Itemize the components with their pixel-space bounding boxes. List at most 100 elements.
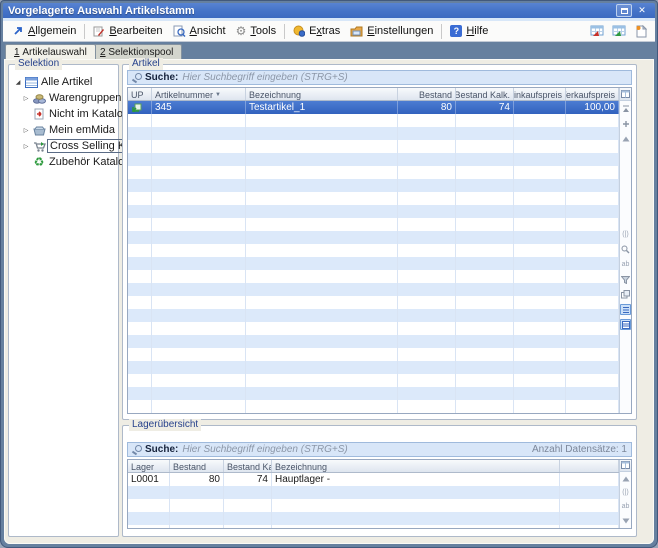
column-header-bestand-kalk-[interactable]: Bestand Kalk. [224, 460, 272, 472]
table-row-empty [128, 309, 619, 322]
best-fit-button[interactable]: (|) [620, 229, 631, 240]
details-view-button[interactable] [620, 319, 631, 330]
grid-rows: 345Testartikel_18074100,00 [128, 101, 619, 413]
menu-separator [84, 24, 85, 39]
table-row-empty [128, 512, 619, 525]
cross-selling-icon [33, 141, 46, 152]
column-header-artikelnummer[interactable]: Artikelnummer▼ [152, 88, 246, 100]
column-header-verkaufspreis[interactable]: Verkaufspreis [566, 88, 619, 100]
title-bar[interactable]: Vorgelagerte Auswahl Artikelstamm ✕ [3, 3, 655, 18]
lager-search-input[interactable]: Hier Suchbegriff eingeben (STRG+S) [182, 444, 528, 455]
tree-item-mein-emmida[interactable]: ▷Mein emMida [9, 122, 118, 138]
tree-item-zubeh-r-katalog[interactable]: ♻Zubehör Katalog [9, 154, 118, 170]
column-chooser-button[interactable] [620, 460, 632, 472]
artikel-search-bar[interactable]: Suche: Hier Suchbegriff eingeben (STRG+S… [127, 70, 632, 85]
arrow-ne-icon [12, 25, 24, 37]
table-row-empty [128, 218, 619, 231]
layout-icon [621, 290, 630, 299]
tree-item-warengruppen[interactable]: ▷Warengruppen [9, 90, 118, 106]
grid-header: UPArtikelnummer▼BezeichnungBestandBestan… [128, 88, 619, 101]
expander-collapsed-icon[interactable]: ▷ [21, 95, 31, 102]
table-row[interactable]: 345Testartikel_18074100,00 [128, 101, 619, 114]
close-button[interactable]: ✕ [634, 4, 650, 17]
menu-item-ansicht[interactable]: Ansicht [168, 23, 231, 39]
scroll-top-button[interactable] [620, 103, 631, 114]
table-row[interactable]: L00018074Hauptlager - [128, 473, 619, 486]
cell: 74 [456, 101, 514, 114]
restore-button[interactable] [616, 4, 632, 17]
scroll-up-icon [622, 136, 630, 142]
format-button[interactable]: ab [620, 502, 631, 512]
table-red-icon [590, 25, 604, 37]
table-row-empty [128, 348, 619, 361]
menu-item-bearbeiten[interactable]: Bearbeiten [88, 23, 167, 39]
scroll-up-button[interactable] [620, 133, 631, 144]
layout-button[interactable] [620, 289, 631, 300]
table-row-empty [128, 486, 619, 499]
table-export-button[interactable] [608, 22, 629, 40]
menu-item-einstellungen[interactable]: Einstellungen [345, 23, 438, 39]
restore-icon [621, 8, 628, 14]
table-row-empty [128, 525, 619, 528]
column-header-up[interactable]: UP [128, 88, 152, 100]
scroll-up-button[interactable] [620, 474, 631, 484]
settings-icon [350, 26, 363, 37]
tree-item-nicht-im-katalog[interactable]: Nicht im Katalog [9, 106, 118, 122]
column-chooser-button[interactable] [620, 88, 632, 101]
filter-icon [621, 276, 630, 284]
plus-button[interactable] [620, 118, 631, 129]
scroll-down-icon [622, 518, 630, 524]
filter-button[interactable] [620, 274, 631, 285]
column-header-bezeichnung[interactable]: Bezeichnung [272, 460, 560, 472]
table-row-empty [128, 499, 619, 512]
menu-item-tools[interactable]: ⚙Tools [231, 23, 281, 39]
column-header-bezeichnung[interactable]: Bezeichnung [246, 88, 398, 100]
column-header-empty[interactable] [560, 460, 619, 472]
details-view-icon [622, 321, 630, 329]
scroll-up-icon [622, 476, 630, 482]
table-row-empty [128, 244, 619, 257]
column-header-bestand[interactable]: Bestand [170, 460, 224, 472]
window-title: Vorgelagerte Auswahl Artikelstamm [8, 5, 614, 17]
menu-separator [441, 24, 442, 39]
table-row-empty [128, 361, 619, 374]
tree-item-alle-artikel[interactable]: ◢Alle Artikel [9, 74, 118, 90]
find-icon [621, 245, 630, 254]
search-label: Suche: [145, 444, 178, 455]
lager-group-label: Lagerübersicht [129, 419, 201, 431]
column-header-lager[interactable]: Lager [128, 460, 170, 472]
column-header-bestand[interactable]: Bestand [398, 88, 456, 100]
lager-search-bar[interactable]: Suche: Hier Suchbegriff eingeben (STRG+S… [127, 442, 632, 457]
table-import-button[interactable] [586, 22, 607, 40]
help-icon: ? [450, 25, 462, 37]
artikel-search-input[interactable]: Hier Suchbegriff eingeben (STRG+S) [182, 72, 627, 83]
column-header-einkaufspreis[interactable]: Einkaufspreis [514, 88, 566, 100]
best-fit-button[interactable]: (|) [620, 488, 631, 498]
expander-collapsed-icon[interactable]: ▷ [21, 143, 31, 150]
column-header-bestand-kalk-[interactable]: Bestand Kalk. [456, 88, 514, 100]
table-row-empty [128, 374, 619, 387]
expander-expanded-icon[interactable]: ◢ [13, 79, 23, 86]
menu-item-hilfe[interactable]: ?Hilfe [445, 23, 493, 39]
selektion-tree: ◢Alle Artikel▷WarengruppenNicht im Katal… [9, 65, 118, 170]
format-button[interactable]: ab [620, 259, 631, 270]
search-label: Suche: [145, 72, 178, 83]
table-row-empty [128, 205, 619, 218]
new-document-button[interactable] [630, 22, 651, 40]
zubehoer-icon: ♻ [34, 156, 45, 168]
table-row-empty [128, 296, 619, 309]
cell: L0001 [128, 473, 170, 486]
artikel-group-label: Artikel [129, 58, 163, 70]
expander-collapsed-icon[interactable]: ▷ [21, 127, 31, 134]
plus-icon [622, 120, 630, 128]
tab-selektionspool[interactable]: 2 Selektionspool [91, 44, 182, 59]
menu-item-extras[interactable]: Extras [288, 23, 345, 39]
tree-item-cross-selling-katalog[interactable]: ▷Cross Selling Katalog [9, 138, 118, 154]
grid-side-toolbar: (|) ab [619, 88, 631, 413]
list-view-button[interactable] [620, 304, 631, 315]
up-cell [128, 101, 152, 114]
scroll-down-button[interactable] [620, 516, 631, 526]
tab-artikelauswahl[interactable]: 1 Artikelauswahl [5, 44, 96, 59]
menu-item-allgemein[interactable]: Allgemein [7, 23, 81, 39]
find-button[interactable] [620, 244, 631, 255]
